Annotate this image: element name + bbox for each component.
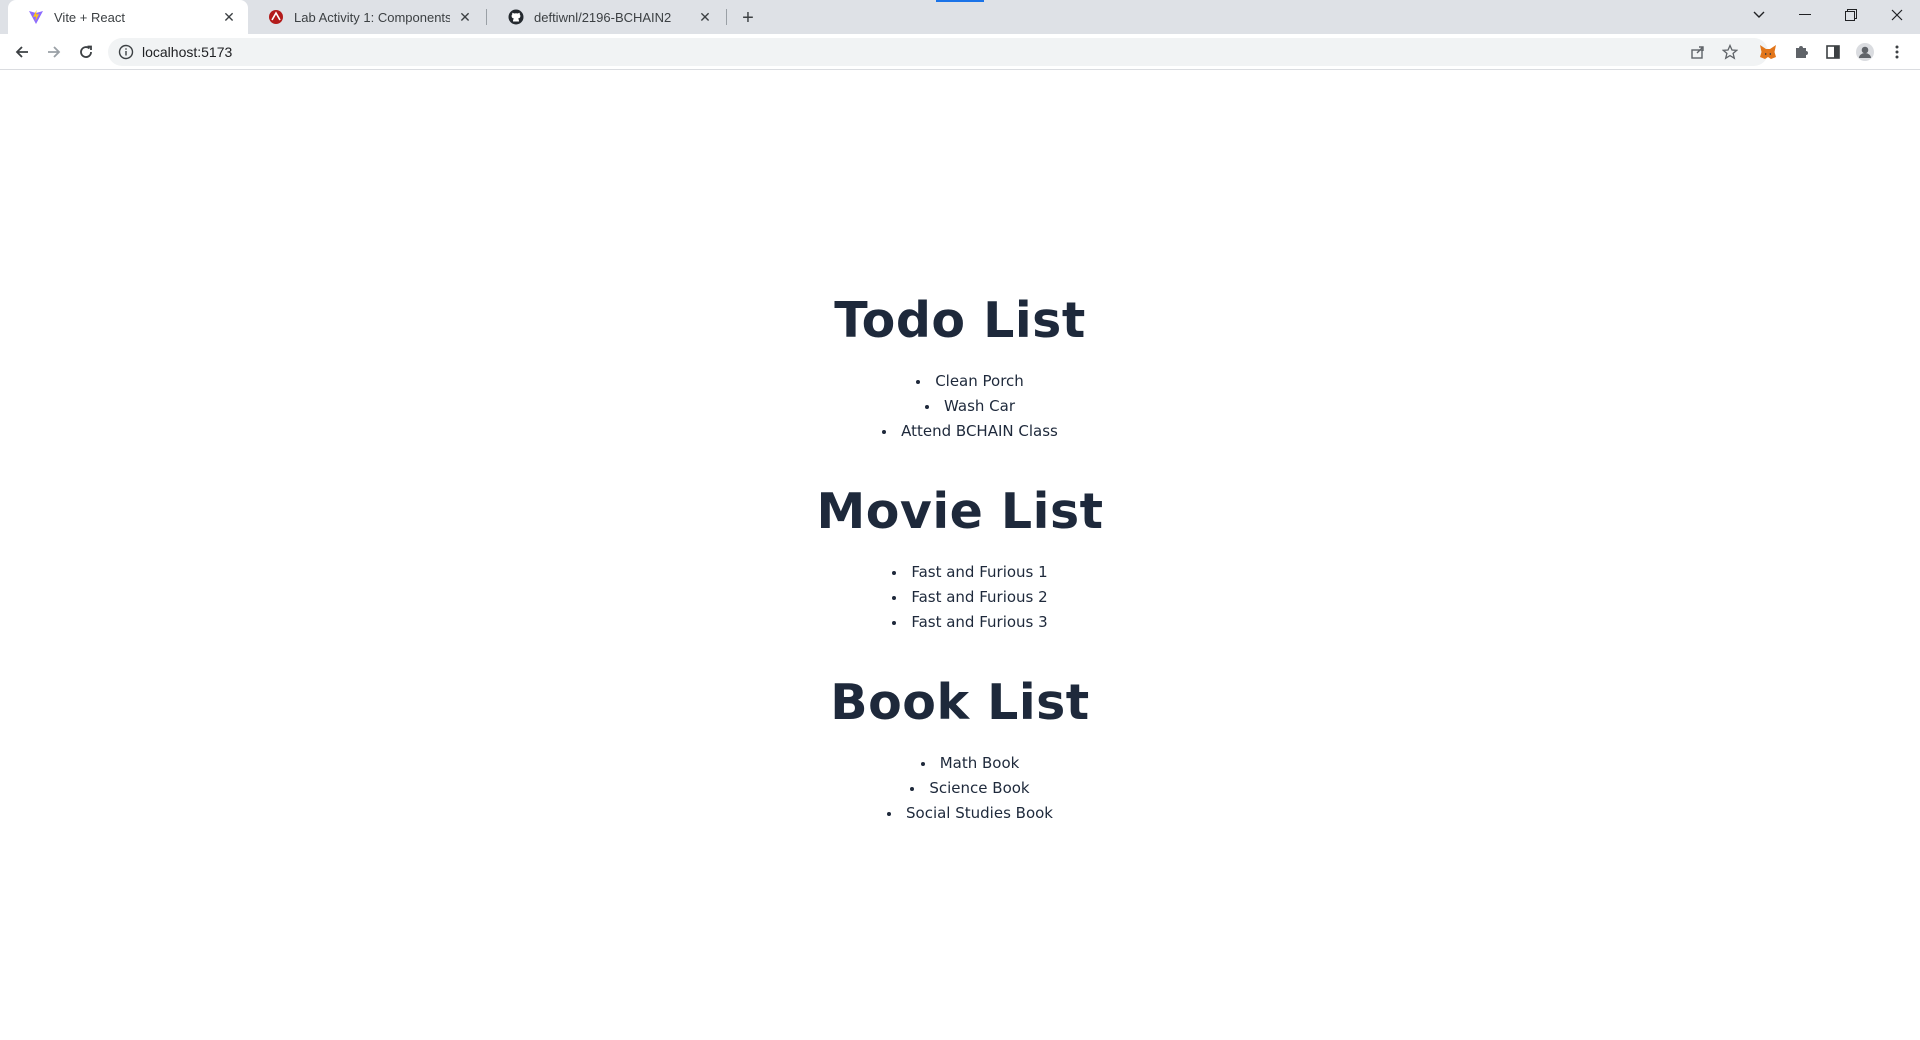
url-text[interactable]: localhost:5173 (142, 44, 232, 60)
close-tab-icon[interactable]: ✕ (220, 8, 238, 26)
restore-button[interactable] (1828, 0, 1874, 30)
browser-toolbar: localhost:5173 (0, 34, 1920, 70)
movie-list: Fast and Furious 1 Fast and Furious 2 Fa… (0, 560, 1920, 635)
todo-list-section: Todo List Clean Porch Wash Car Attend BC… (0, 291, 1920, 444)
list-item: Science Book (20, 776, 1920, 801)
address-bar[interactable]: localhost:5173 (108, 38, 1768, 66)
reload-icon (80, 45, 92, 58)
section-heading: Book List (830, 674, 1090, 731)
close-tab-icon[interactable]: ✕ (696, 8, 714, 26)
tab-github[interactable]: deftiwnl/2196-BCHAIN2 ✕ (488, 0, 724, 34)
list-item: Fast and Furious 1 (20, 560, 1920, 585)
forward-button[interactable] (40, 38, 68, 66)
extensions-puzzle-icon[interactable] (1791, 42, 1811, 62)
book-list-section: Book List Math Book Science Book Social … (0, 673, 1920, 826)
section-heading: Movie List (816, 483, 1104, 540)
minimize-icon (1799, 14, 1811, 15)
forward-arrow-icon (48, 46, 61, 58)
tab-search-button[interactable] (1736, 0, 1782, 30)
list-item: Social Studies Book (20, 801, 1920, 826)
profile-avatar-icon[interactable] (1855, 42, 1875, 62)
minimize-button[interactable] (1782, 0, 1828, 30)
close-tab-icon[interactable]: ✕ (456, 8, 474, 26)
list-item: Attend BCHAIN Class (20, 419, 1920, 444)
tab-separator (486, 9, 487, 25)
page-viewport: Todo List Clean Porch Wash Car Attend BC… (0, 71, 1920, 1040)
loading-indicator (936, 0, 984, 2)
metamask-fox-icon[interactable] (1758, 42, 1778, 62)
list-item: Math Book (20, 751, 1920, 776)
tab-title: Vite + React (54, 9, 125, 25)
bookmark-star-icon[interactable] (1722, 44, 1738, 60)
close-icon (1891, 9, 1903, 21)
book-list: Math Book Science Book Social Studies Bo… (0, 751, 1920, 826)
back-button[interactable] (8, 38, 36, 66)
tab-separator (726, 9, 727, 25)
reload-button[interactable] (72, 38, 100, 66)
share-icon[interactable] (1690, 44, 1706, 60)
app-root: Todo List Clean Porch Wash Car Attend BC… (0, 291, 1920, 864)
todo-list: Clean Porch Wash Car Attend BCHAIN Class (0, 369, 1920, 444)
vite-icon (28, 9, 44, 25)
tab-vite-react[interactable]: Vite + React ✕ (8, 0, 248, 34)
new-tab-button[interactable]: + (736, 6, 760, 30)
list-item: Fast and Furious 3 (20, 610, 1920, 635)
movie-list-section: Movie List Fast and Furious 1 Fast and F… (0, 482, 1920, 635)
browser-menu-icon[interactable] (1887, 42, 1907, 62)
github-icon (508, 9, 524, 25)
side-panel-icon[interactable] (1823, 42, 1843, 62)
close-window-button[interactable] (1874, 0, 1920, 30)
section-heading: Todo List (834, 292, 1086, 349)
site-info-icon[interactable] (118, 44, 134, 60)
lms-icon (268, 9, 284, 25)
list-item: Clean Porch (20, 369, 1920, 394)
tab-lab-activity[interactable]: Lab Activity 1: Components Dem ✕ (248, 0, 484, 34)
list-item: Wash Car (20, 394, 1920, 419)
list-item: Fast and Furious 2 (20, 585, 1920, 610)
chevron-down-icon (1753, 11, 1765, 18)
tab-strip: Vite + React ✕ Lab Activity 1: Component… (0, 0, 1920, 34)
restore-icon (1845, 9, 1857, 21)
back-arrow-icon (15, 46, 28, 58)
tab-title: Lab Activity 1: Components Dem (294, 9, 450, 25)
tab-title: deftiwnl/2196-BCHAIN2 (534, 9, 672, 25)
